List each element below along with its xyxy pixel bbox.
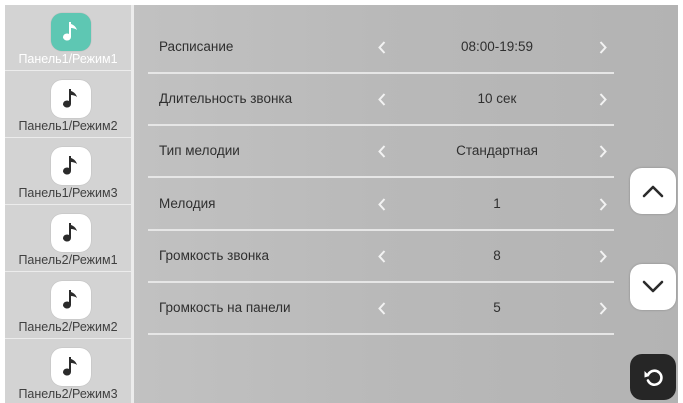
sidebar-item-label: Панель1/Режим1: [18, 52, 118, 66]
setting-label: Громкость на панели: [159, 300, 291, 315]
setting-value: 10 сек: [477, 91, 517, 106]
row-divider: [148, 333, 614, 335]
setting-row-ring-volume: Громкость звонка 8: [148, 231, 614, 283]
chevron-down-icon: [642, 280, 664, 293]
prev-value-button[interactable]: [370, 126, 394, 176]
setting-label: Тип мелодии: [159, 143, 240, 158]
chevron-left-icon: [378, 40, 386, 54]
music-note-icon: [51, 348, 91, 386]
sidebar-item-label: Панель1/Режим3: [18, 186, 118, 200]
sidebar-item-label: Панель2/Режим3: [18, 387, 118, 401]
setting-label: Громкость звонка: [159, 248, 270, 263]
prev-value-button[interactable]: [370, 231, 394, 281]
music-note-icon: [51, 80, 91, 118]
chevron-up-icon: [642, 185, 664, 198]
next-value-button[interactable]: [591, 126, 615, 176]
sidebar-item-panel1-mode2[interactable]: Панель1/Режим2: [5, 72, 131, 138]
back-button[interactable]: [630, 354, 676, 400]
chevron-left-icon: [378, 301, 386, 315]
sidebar-item-panel2-mode2[interactable]: Панель2/Режим2: [5, 273, 131, 339]
music-note-icon: [51, 214, 91, 252]
prev-value-button[interactable]: [370, 74, 394, 124]
sidebar-divider: [131, 5, 134, 403]
sidebar: Панель1/Режим1 Панель1/Режим2 Панель1/Ре…: [5, 5, 131, 403]
sidebar-item-label: Панель2/Режим2: [18, 320, 118, 334]
chevron-left-icon: [378, 144, 386, 158]
prev-value-button[interactable]: [370, 179, 394, 229]
sidebar-item-label: Панель1/Режим2: [18, 119, 118, 133]
setting-row-ring-duration: Длительность звонка 10 сек: [148, 74, 614, 126]
settings-screen: Панель1/Режим1 Панель1/Режим2 Панель1/Ре…: [5, 5, 678, 403]
next-value-button[interactable]: [591, 179, 615, 229]
scroll-up-button[interactable]: [630, 168, 676, 214]
setting-label: Расписание: [159, 39, 234, 54]
chevron-right-icon: [599, 197, 607, 211]
next-value-button[interactable]: [591, 231, 615, 281]
setting-value: 8: [493, 248, 501, 263]
music-note-icon: [51, 147, 91, 185]
music-note-icon: [51, 13, 91, 51]
chevron-left-icon: [378, 92, 386, 106]
music-note-icon: [51, 281, 91, 319]
chevron-left-icon: [378, 197, 386, 211]
sidebar-item-panel1-mode3[interactable]: Панель1/Режим3: [5, 139, 131, 205]
row-divider: [148, 176, 614, 178]
chevron-right-icon: [599, 40, 607, 54]
setting-label: Длительность звонка: [159, 91, 293, 106]
chevron-right-icon: [599, 92, 607, 106]
setting-label: Мелодия: [159, 196, 216, 211]
scroll-down-button[interactable]: [630, 264, 676, 310]
next-value-button[interactable]: [591, 74, 615, 124]
chevron-right-icon: [599, 301, 607, 315]
return-arrow-icon: [644, 369, 663, 386]
next-value-button[interactable]: [591, 283, 615, 333]
setting-row-schedule: Расписание 08:00-19:59: [148, 22, 614, 74]
chevron-right-icon: [599, 144, 607, 158]
setting-row-panel-volume: Громкость на панели 5: [148, 283, 614, 335]
setting-row-melody: Мелодия 1: [148, 179, 614, 231]
setting-value: 08:00-19:59: [460, 39, 534, 54]
sidebar-item-panel1-mode1[interactable]: Панель1/Режим1: [5, 5, 131, 71]
sidebar-item-panel2-mode3[interactable]: Панель2/Режим3: [5, 340, 131, 403]
next-value-button[interactable]: [591, 22, 615, 72]
setting-value: Стандартная: [456, 143, 538, 158]
setting-value: 1: [493, 196, 501, 211]
sidebar-item-panel2-mode1[interactable]: Панель2/Режим1: [5, 206, 131, 272]
prev-value-button[interactable]: [370, 283, 394, 333]
setting-value: 5: [493, 300, 501, 315]
prev-value-button[interactable]: [370, 22, 394, 72]
sidebar-item-label: Панель2/Режим1: [18, 253, 118, 267]
setting-row-melody-type: Тип мелодии Стандартная: [148, 126, 614, 178]
chevron-left-icon: [378, 249, 386, 263]
chevron-right-icon: [599, 249, 607, 263]
